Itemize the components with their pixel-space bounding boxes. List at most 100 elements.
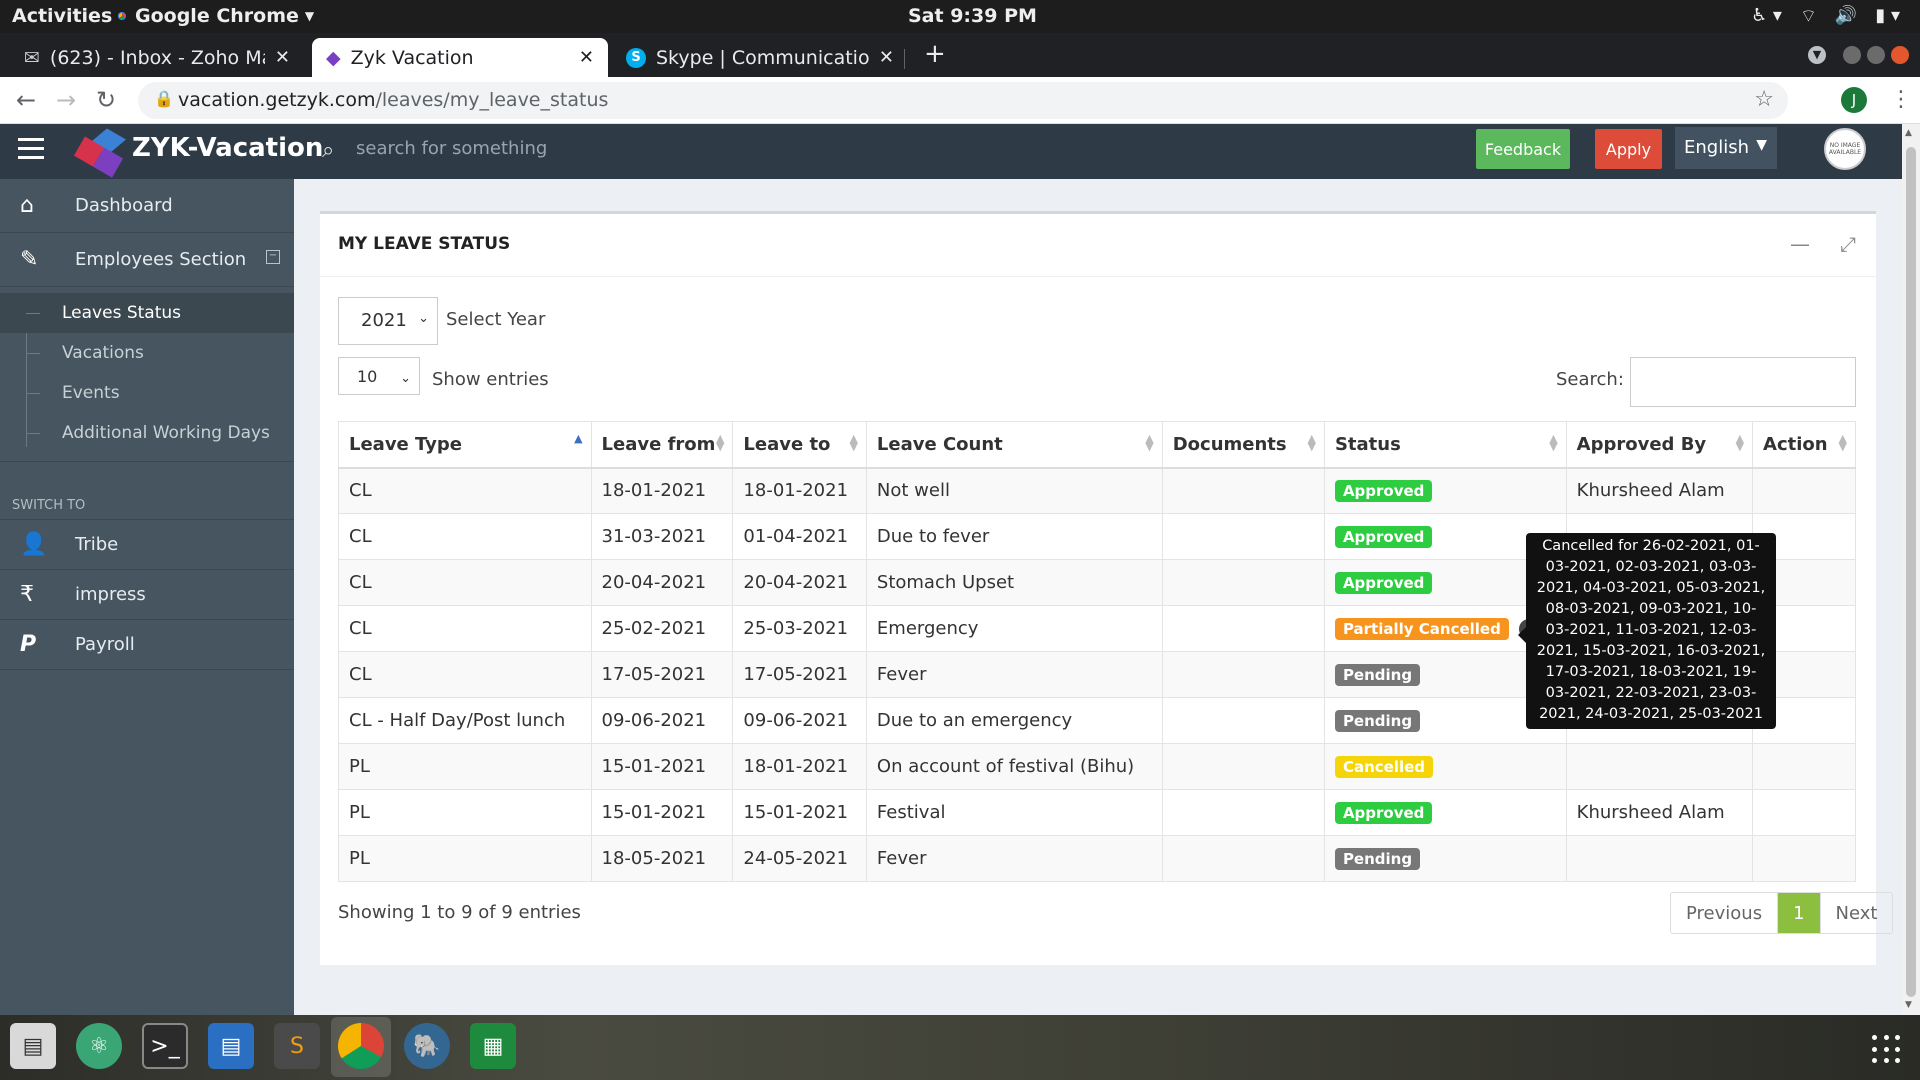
terminal-icon[interactable]: >_ (142, 1023, 188, 1069)
activities-button[interactable]: Activities (12, 5, 112, 27)
dock: ▤ ⚛ >_ ▤ S 🐘 ▦ (0, 1015, 1920, 1080)
entries-value: 10 (357, 367, 378, 386)
year-select[interactable]: 2021 ⌄ (338, 297, 438, 345)
close-tab-icon[interactable]: ✕ (579, 47, 594, 68)
sidebar-item-dashboard[interactable]: ⌂ Dashboard (0, 179, 294, 233)
close-window-button[interactable] (1891, 46, 1909, 64)
table-row: PL 15-01-2021 18-01-2021 On account of fest… (338, 743, 1856, 790)
sidebar-item-label: Dashboard (75, 195, 173, 216)
battery-icon[interactable]: ▮ ▾ (1875, 5, 1900, 28)
tab-label: (623) - Inbox - Zoho Mail (j (49, 46, 265, 69)
sidebar-item-employees-section[interactable]: ✎ Employees Section − (0, 233, 294, 287)
entries-select[interactable]: 10 ⌄ (338, 357, 420, 395)
column-header-action[interactable]: Action ▲ ▼ (1752, 421, 1856, 469)
chevron-down-icon: ▼ (1756, 137, 1767, 153)
next-page-button[interactable]: Next (1821, 893, 1893, 933)
global-search-input[interactable]: search for something (356, 138, 547, 159)
volume-icon[interactable]: 🔊 (1835, 5, 1857, 28)
zyk-logo-icon[interactable] (72, 121, 132, 181)
cell-leave-from: 15-01-2021 (590, 743, 734, 790)
cell-leave-from: 25-02-2021 (590, 605, 734, 652)
sidebar-item-vacations[interactable]: Vacations (0, 333, 294, 373)
writer-icon[interactable]: ▤ (208, 1023, 254, 1069)
tab-label: Zyk Vacation (350, 46, 474, 69)
system-tray[interactable]: ♿ ▾ ⌔ 🔊 ▮ ▾ (1751, 5, 1900, 28)
apply-button[interactable]: Apply (1595, 129, 1662, 169)
accessibility-icon[interactable]: ♿ ▾ (1751, 5, 1782, 28)
profile-avatar[interactable]: J (1841, 87, 1867, 113)
tab-skype[interactable]: S Skype | Communication to ✕ (612, 38, 908, 77)
column-header-leave-type[interactable]: Leave Type ▲ (338, 421, 592, 469)
tab-search-icon[interactable]: ▼ (1808, 46, 1826, 64)
close-tab-icon[interactable]: ✕ (275, 47, 290, 68)
url-bar[interactable]: 🔒 vacation.getzyk.com/leaves/my_leave_st… (138, 82, 1788, 119)
chrome-icon[interactable] (338, 1023, 384, 1069)
chrome-menu-icon[interactable]: ⋮ (1890, 87, 1912, 112)
new-tab-icon[interactable]: + (924, 39, 946, 69)
system-top-bar: Activities Google Chrome ▼ Sat 9:39 PM ♿… (0, 0, 1920, 33)
column-header-approved-by[interactable]: Approved By ▲ ▼ (1565, 421, 1754, 469)
sidebar-item-leaves-status[interactable]: Leaves Status (0, 293, 294, 333)
postgres-icon[interactable]: 🐘 (404, 1023, 450, 1069)
cell-action[interactable] (1752, 835, 1856, 882)
atom-icon[interactable]: ⚛ (76, 1023, 122, 1069)
cell-leave-type: CL (338, 651, 592, 698)
wifi-icon[interactable]: ⌔ (1800, 5, 1817, 28)
close-tab-icon[interactable]: ✕ (879, 47, 894, 68)
sidebar-item-payroll[interactable]: P Payroll (0, 620, 294, 670)
scroll-down-icon[interactable]: ▼ (1905, 1000, 1912, 1010)
column-header-status[interactable]: Status ▲ ▼ (1323, 421, 1567, 469)
cell-action[interactable] (1752, 789, 1856, 836)
tab-zyk-vacation[interactable]: ◆ Zyk Vacation ✕ (312, 38, 608, 77)
column-header-leave-to[interactable]: Leave to ▲ ▼ (732, 421, 867, 469)
app-menu[interactable]: Google Chrome ▼ (115, 5, 314, 27)
table-search-input[interactable] (1630, 357, 1856, 407)
files-icon[interactable]: ▤ (10, 1023, 56, 1069)
sublime-icon[interactable]: S (274, 1023, 320, 1069)
sidebar-item-events[interactable]: Events (0, 373, 294, 413)
cell-action[interactable] (1752, 467, 1856, 514)
calc-icon[interactable]: ▦ (470, 1023, 516, 1069)
feedback-button[interactable]: Feedback (1476, 129, 1570, 169)
reload-icon[interactable]: ↻ (96, 86, 116, 114)
page-1-button[interactable]: 1 (1778, 893, 1821, 933)
brand-name[interactable]: ZYK-Vacation (132, 133, 323, 163)
cell-leave-count: Fever (865, 651, 1163, 698)
minimize-window-button[interactable] (1843, 46, 1861, 64)
forward-icon[interactable]: → (56, 86, 76, 114)
scrollbar-thumb[interactable] (1906, 147, 1916, 997)
cell-action[interactable] (1752, 743, 1856, 790)
back-icon[interactable]: ← (16, 86, 36, 114)
sidebar-item-label: impress (75, 584, 146, 605)
cell-leave-from: 31-03-2021 (590, 513, 734, 560)
tab-zoho-mail[interactable]: ✉ (623) - Inbox - Zoho Mail (j ✕ (10, 38, 304, 77)
cell-leave-count: On account of festival (Bihu) (865, 743, 1163, 790)
clock[interactable]: Sat 9:39 PM (908, 5, 1037, 27)
bookmark-star-icon[interactable]: ☆ (1754, 87, 1774, 112)
cell-status: Cancelled (1323, 743, 1567, 790)
maximize-window-button[interactable] (1867, 46, 1885, 64)
sidebar-item-tribe[interactable]: 👤 Tribe (0, 520, 294, 570)
sidebar-item-additional-working-days[interactable]: Additional Working Days (0, 413, 294, 453)
switch-to-header: SWITCH TO (0, 462, 294, 520)
sort-asc-icon: ▲ (574, 432, 583, 445)
collapse-icon[interactable]: − (266, 250, 280, 264)
cell-documents (1161, 651, 1325, 698)
cell-leave-type: CL (338, 559, 592, 606)
sort-icon: ▲ ▼ (1145, 432, 1154, 453)
show-apps-icon[interactable] (1872, 1035, 1902, 1065)
lock-icon[interactable]: 🔒 (154, 89, 174, 108)
language-select[interactable]: English ▼ (1675, 127, 1777, 169)
menu-toggle-icon[interactable] (18, 138, 44, 165)
sidebar-item-impress[interactable]: ₹ impress (0, 570, 294, 620)
previous-page-button[interactable]: Previous (1671, 893, 1779, 933)
expand-icon[interactable]: ⤢ (1840, 232, 1856, 256)
column-header-leave-count[interactable]: Leave Count ▲ ▼ (865, 421, 1163, 469)
scroll-up-icon[interactable]: ▲ (1905, 128, 1912, 138)
minimize-icon[interactable]: — (1790, 232, 1810, 256)
url-text[interactable]: vacation.getzyk.com/leaves/my_leave_stat… (178, 89, 608, 111)
column-header-documents[interactable]: Documents ▲ ▼ (1161, 421, 1325, 469)
column-header-leave-from[interactable]: Leave from ▲ ▼ (590, 421, 734, 469)
cell-approved-by (1565, 743, 1754, 790)
user-avatar[interactable]: NO IMAGE AVAILABLE (1824, 128, 1866, 170)
